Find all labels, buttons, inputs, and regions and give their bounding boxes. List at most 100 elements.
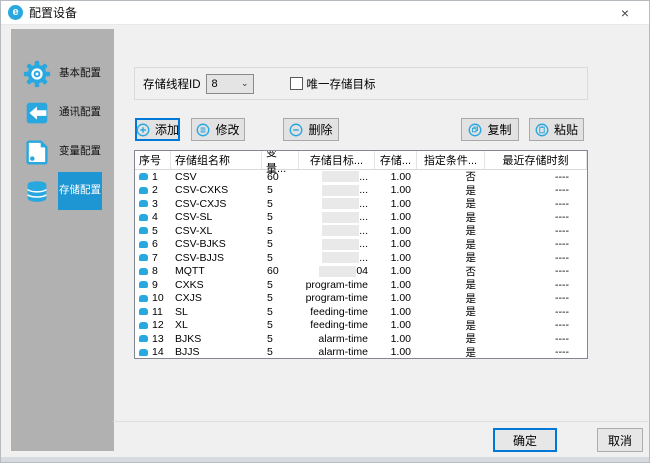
cell-condition: 否 (417, 170, 485, 184)
cell-storage-target: ... (299, 251, 375, 265)
cell-group-name: CSV-SL (171, 211, 262, 225)
modify-button[interactable]: 修改 (191, 118, 245, 141)
minus-circle-icon (289, 123, 303, 137)
cell-index: 9 (135, 278, 171, 292)
cell-group-name: CSV-CXKS (171, 184, 262, 198)
column-header[interactable]: 最近存储时刻 (485, 151, 587, 169)
cell-storage-interval: 1.00 (375, 278, 417, 292)
sidebar-item-variable[interactable]: 变量配置 (11, 132, 114, 171)
cell-condition: 是 (417, 184, 485, 198)
cell-storage-target: 04 (299, 265, 375, 279)
cell-variable-count: 5 (262, 346, 299, 360)
storage-group-icon (139, 308, 148, 315)
copy-button-label: 复制 (487, 121, 511, 138)
table-row[interactable]: 5CSV-XL5...1.00是---- (135, 224, 587, 238)
close-icon[interactable]: × (615, 3, 635, 23)
cell-variable-count: 5 (262, 224, 299, 238)
cell-storage-target: ... (299, 211, 375, 225)
storage-group-icon (139, 335, 148, 342)
cell-variable-count: 5 (262, 197, 299, 211)
add-button-label: 添加 (155, 121, 179, 138)
sidebar-item-storage[interactable]: 存储配置 (11, 171, 114, 210)
table-row[interactable]: 10CXJS5program-time1.00是---- (135, 292, 587, 306)
column-header[interactable]: 存储目标... (299, 151, 375, 169)
cell-storage-target: alarm-time (299, 346, 375, 360)
plus-circle-icon (136, 123, 150, 137)
cell-last-storage-time: ---- (485, 292, 587, 306)
storage-group-icon (139, 322, 148, 329)
table-row[interactable]: 3CSV-CXJS5...1.00是---- (135, 197, 587, 211)
column-header[interactable]: 序号 (135, 151, 171, 169)
thread-id-value: 8 (212, 78, 218, 90)
table-row[interactable]: 13BJKS5alarm-time1.00是---- (135, 332, 587, 346)
sidebar-item-comm[interactable]: 通讯配置 (11, 93, 114, 132)
table-row[interactable]: 6CSV-BJKS5...1.00是---- (135, 238, 587, 252)
add-button[interactable]: 添加 (135, 118, 180, 141)
storage-group-icon (139, 281, 148, 288)
storage-group-icon (139, 268, 148, 275)
redacted-value (322, 212, 359, 223)
table-row[interactable]: 4CSV-SL5...1.00是---- (135, 211, 587, 225)
column-header[interactable]: 指定条件... (417, 151, 485, 169)
cell-group-name: CSV-XL (171, 224, 262, 238)
storage-group-icon (139, 241, 148, 248)
cell-storage-interval: 1.00 (375, 292, 417, 306)
cell-storage-target: alarm-time (299, 332, 375, 346)
cell-variable-count: 5 (262, 319, 299, 333)
table-row[interactable]: 2CSV-CXKS5...1.00是---- (135, 184, 587, 198)
cell-index: 11 (135, 305, 171, 319)
cell-last-storage-time: ---- (485, 319, 587, 333)
table-row[interactable]: 7CSV-BJJS5...1.00是---- (135, 251, 587, 265)
table-row[interactable]: 14BJJS5alarm-time1.00是---- (135, 346, 587, 360)
cell-condition: 是 (417, 292, 485, 306)
cell-storage-target: ... (299, 238, 375, 252)
column-header[interactable]: 存储组名称 (171, 151, 262, 169)
cell-group-name: CSV-CXJS (171, 197, 262, 211)
paste-button[interactable]: 粘贴 (529, 118, 584, 141)
cell-last-storage-time: ---- (485, 197, 587, 211)
storage-group-icon (139, 200, 148, 207)
cell-condition: 是 (417, 224, 485, 238)
paste-circle-icon (535, 123, 549, 137)
cell-variable-count: 60 (262, 265, 299, 279)
table-row[interactable]: 8MQTT60041.00否---- (135, 265, 587, 279)
storage-group-icon (139, 187, 148, 194)
document-icon (22, 137, 52, 167)
unique-target-checkbox[interactable] (290, 77, 303, 90)
sidebar: 基本配置 通讯配置变量配置 存储配置 (11, 29, 114, 451)
cell-variable-count: 5 (262, 251, 299, 265)
cell-last-storage-time: ---- (485, 305, 587, 319)
footer-divider (113, 421, 648, 422)
thread-id-select[interactable]: 8 ⌄ (206, 74, 254, 94)
cell-last-storage-time: ---- (485, 332, 587, 346)
cell-storage-target: program-time (299, 278, 375, 292)
storage-group-icon (139, 227, 148, 234)
unique-target-checkbox-wrap[interactable]: 唯一存储目标 (290, 76, 376, 92)
table-row[interactable]: 1CSV60...1.00否---- (135, 170, 587, 184)
cell-condition: 是 (417, 319, 485, 333)
cell-last-storage-time: ---- (485, 346, 587, 360)
table-row[interactable]: 12XL5feeding-time1.00是---- (135, 319, 587, 333)
sidebar-item-basic[interactable]: 基本配置 (11, 54, 114, 93)
table-row[interactable]: 11SL5feeding-time1.00是---- (135, 305, 587, 319)
ok-button[interactable]: 确定 (493, 428, 557, 452)
cell-group-name: XL (171, 319, 262, 333)
cell-condition: 是 (417, 332, 485, 346)
cell-group-name: BJJS (171, 346, 262, 360)
chevron-down-icon: ⌄ (241, 78, 249, 89)
cell-condition: 是 (417, 197, 485, 211)
import-icon (22, 98, 52, 128)
cell-storage-interval: 1.00 (375, 197, 417, 211)
copy-button[interactable]: 复制 (461, 118, 519, 141)
cell-storage-interval: 1.00 (375, 305, 417, 319)
cancel-button[interactable]: 取消 (597, 428, 643, 452)
redacted-value (322, 185, 359, 196)
cell-condition: 是 (417, 211, 485, 225)
sidebar-item-label: 存储配置 (58, 172, 102, 210)
column-header[interactable]: 变量... (262, 151, 299, 169)
table-row[interactable]: 9CXKS5program-time1.00是---- (135, 278, 587, 292)
delete-button[interactable]: 删除 (283, 118, 339, 141)
column-header[interactable]: 存储... (375, 151, 417, 169)
cell-storage-interval: 1.00 (375, 265, 417, 279)
window-bottom-edge (1, 457, 649, 462)
